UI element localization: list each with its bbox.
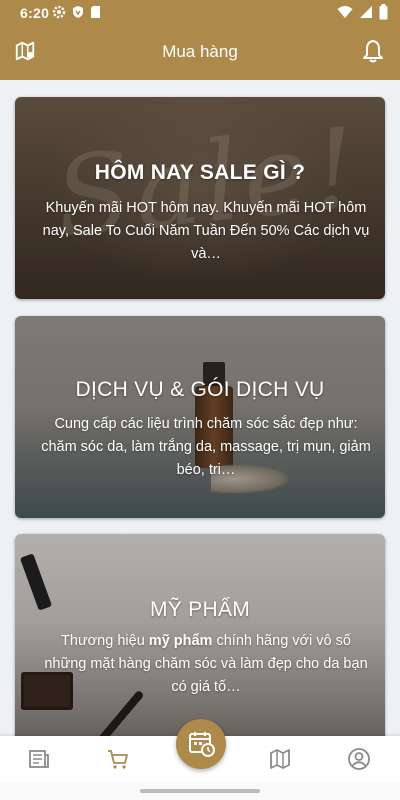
bell-icon[interactable] [362,39,386,65]
signal-icon [359,5,373,19]
status-bar: 6:20 [0,0,400,26]
wifi-icon [337,5,353,19]
status-time: 6:20 [20,5,50,21]
gesture-pill[interactable] [140,789,260,793]
profile-icon[interactable] [347,747,373,773]
desc-highlight: mỹ phẩm [148,633,213,649]
gear-icon [52,5,66,19]
card-description: Thương hiệu mỹ phẩm chính hãng với vô số… [41,630,371,699]
booking-fab-button[interactable] [176,719,226,769]
map-icon[interactable] [268,747,294,773]
status-left-icons [52,5,101,19]
system-gesture-bar [0,782,400,800]
card-sale-today[interactable]: Sale! HÔM NAY SALE GÌ ? Khuyến mãi HOT h… [15,97,385,299]
desc-part-1: Thương hiệu [61,633,149,649]
card-title: HÔM NAY SALE GÌ ? [94,161,306,184]
card-list: Sale! HÔM NAY SALE GÌ ? Khuyến mãi HOT h… [0,80,400,736]
card-title: MỸ PHẨM [149,598,251,621]
card-description: Khuyến mãi HOT hôm nay. Khuyến mãi HOT h… [42,200,370,262]
card-cosmetics[interactable]: MỸ PHẨM Thương hiệu mỹ phẩm chính hãng v… [15,534,385,736]
card-description: Cung cấp các liệu trình chăm sóc sắc đẹp… [41,416,371,478]
status-right-icons [337,4,388,20]
shield-icon [72,5,84,19]
page-title: Mua hàng [162,42,238,61]
card-services[interactable]: DỊCH VỤ & GÓI DỊCH VỤ Cung cấp các liệu … [15,316,385,518]
battery-icon [379,4,388,20]
card-title: DỊCH VỤ & GÓI DỊCH VỤ [75,378,325,401]
app-header: Mua hàng [0,26,400,80]
news-icon[interactable] [27,747,53,773]
sd-card-icon [90,5,101,19]
cart-icon[interactable] [106,747,132,773]
